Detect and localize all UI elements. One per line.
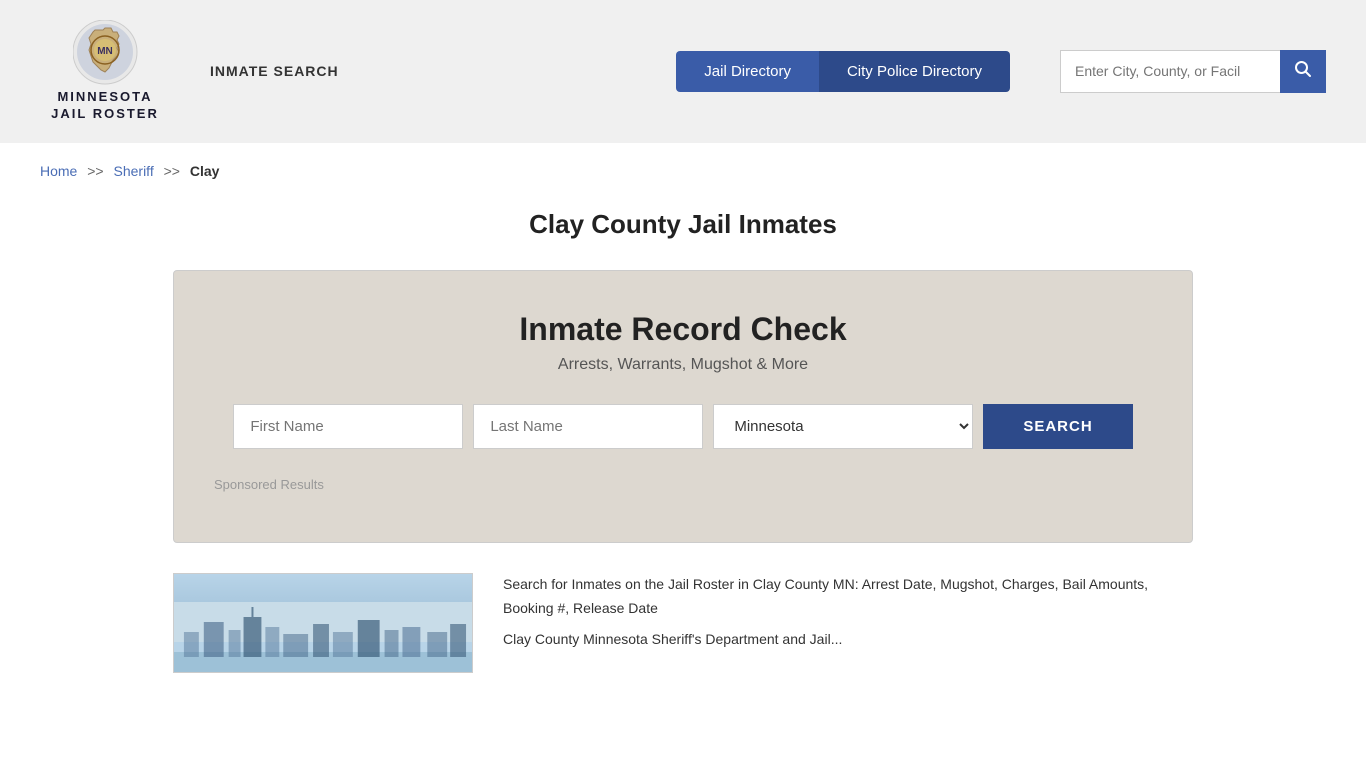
content-description: Search for Inmates on the Jail Roster in… [503, 573, 1193, 621]
svg-text:MN: MN [97, 46, 113, 57]
breadcrumb-current: Clay [190, 163, 220, 179]
record-check-section: Inmate Record Check Arrests, Warrants, M… [133, 270, 1233, 543]
jail-directory-button[interactable]: Jail Directory [676, 51, 819, 92]
content-section: Search for Inmates on the Jail Roster in… [133, 573, 1233, 713]
record-check-title: Inmate Record Check [214, 311, 1152, 348]
header-search-input[interactable] [1060, 50, 1280, 93]
breadcrumb: Home >> Sheriff >> Clay [0, 143, 1366, 199]
breadcrumb-sep1: >> [87, 163, 103, 179]
breadcrumb-sheriff[interactable]: Sheriff [114, 163, 154, 179]
sponsored-results-label: Sponsored Results [214, 477, 1152, 492]
first-name-input[interactable] [233, 404, 463, 449]
site-header: MN MINNESOTA JAIL ROSTER INMATE SEARCH J… [0, 0, 1366, 143]
city-police-directory-button[interactable]: City Police Directory [819, 51, 1010, 92]
record-check-form: AlabamaAlaskaArizonaArkansasCaliforniaCo… [214, 404, 1152, 449]
last-name-input[interactable] [473, 404, 703, 449]
nav-buttons: Jail Directory City Police Directory [676, 51, 1010, 92]
content-text: Search for Inmates on the Jail Roster in… [503, 573, 1193, 673]
mn-logo-icon: MN [73, 20, 138, 85]
page-title: Clay County Jail Inmates [0, 209, 1366, 240]
breadcrumb-home[interactable]: Home [40, 163, 77, 179]
content-description2: Clay County Minnesota Sheriff's Departme… [503, 628, 1193, 652]
record-search-button[interactable]: SEARCH [983, 404, 1132, 449]
state-select[interactable]: AlabamaAlaskaArizonaArkansasCaliforniaCo… [713, 404, 973, 449]
logo-area: MN MINNESOTA JAIL ROSTER [40, 20, 170, 123]
search-icon [1294, 60, 1312, 78]
county-image [173, 573, 473, 673]
breadcrumb-sep2: >> [164, 163, 180, 179]
site-logo-title: MINNESOTA JAIL ROSTER [51, 89, 159, 123]
header-search-bar [1060, 50, 1326, 93]
record-check-box: Inmate Record Check Arrests, Warrants, M… [173, 270, 1193, 543]
record-check-subtitle: Arrests, Warrants, Mugshot & More [214, 356, 1152, 374]
inmate-search-link[interactable]: INMATE SEARCH [210, 63, 339, 79]
skyline-image [174, 602, 472, 672]
header-search-button[interactable] [1280, 50, 1326, 93]
